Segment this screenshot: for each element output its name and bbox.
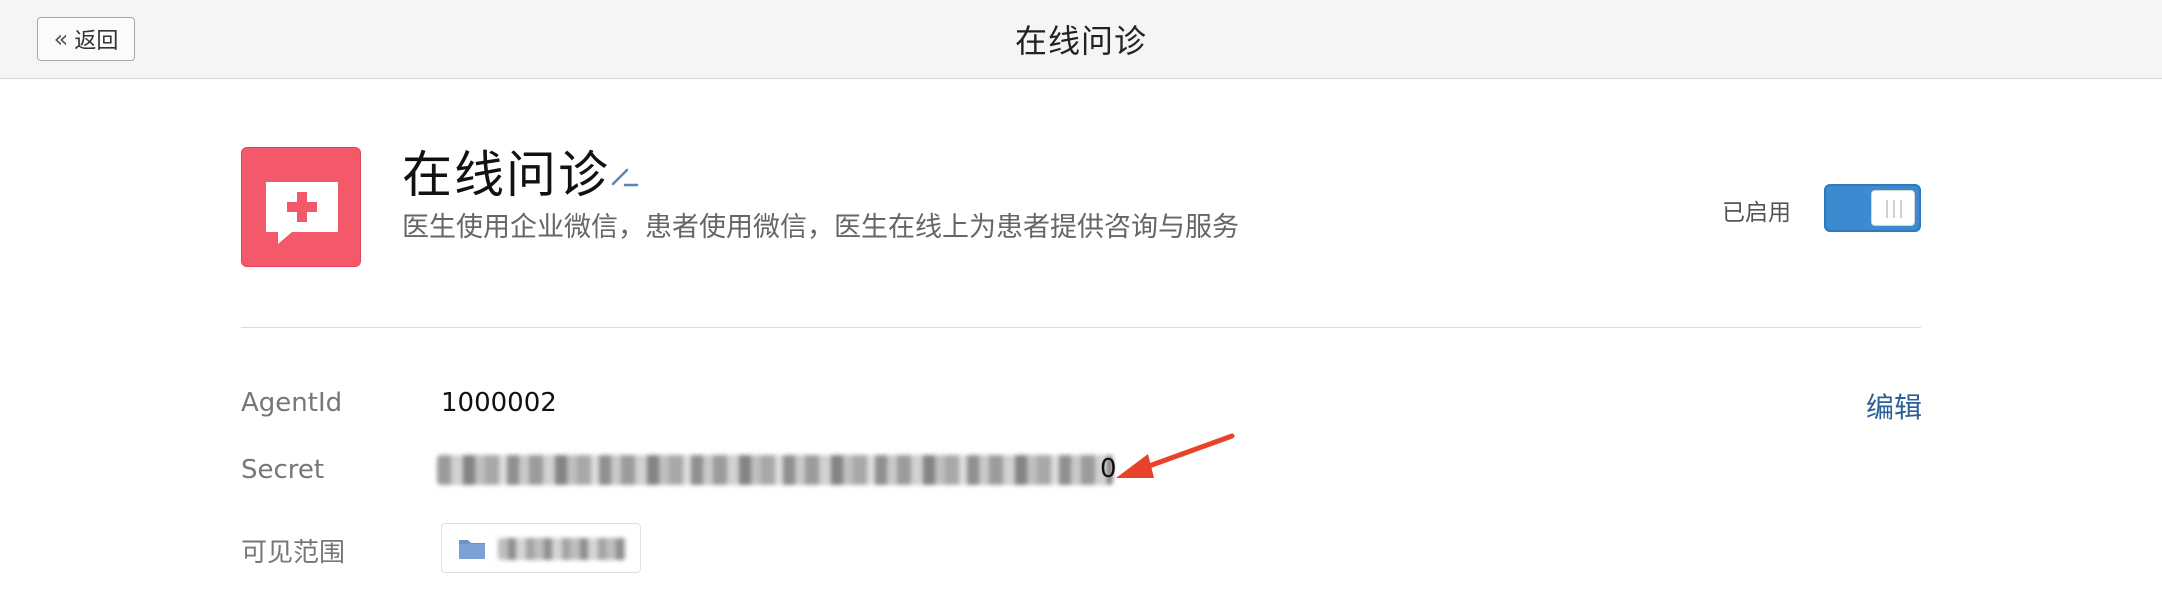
secret-value-redacted [437, 455, 1113, 485]
app-name: 在线问诊 [402, 146, 610, 204]
edit-link[interactable]: 编辑 [1866, 386, 1922, 426]
back-button-label: 返回 [74, 29, 119, 54]
app-description: 医生使用企业微信，患者使用微信，医生在线上为患者提供咨询与服务 [402, 212, 1239, 243]
double-chevron-left-icon: « [53, 25, 69, 53]
agentid-value: 1000002 [441, 388, 557, 418]
enable-toggle[interactable] [1824, 184, 1921, 232]
agentid-label: AgentId [241, 388, 343, 418]
folder-icon [459, 540, 485, 559]
divider [241, 327, 1921, 328]
pencil-edit-icon[interactable] [609, 160, 639, 190]
scope-department-redacted [498, 538, 626, 560]
status-label: 已启用 [1722, 200, 1791, 226]
secret-label: Secret [241, 455, 325, 485]
scope-label: 可见范围 [241, 538, 346, 568]
annotation-arrow-icon [1116, 433, 1235, 478]
page-title: 在线问诊 [1014, 22, 1147, 60]
top-bar: 在线问诊 « 返回 [0, 0, 2162, 79]
toggle-knob [1871, 190, 1915, 226]
back-button[interactable]: « 返回 [37, 17, 135, 61]
app-icon [241, 147, 361, 267]
scope-department-tag[interactable] [441, 523, 641, 573]
medical-chat-icon [266, 182, 338, 244]
